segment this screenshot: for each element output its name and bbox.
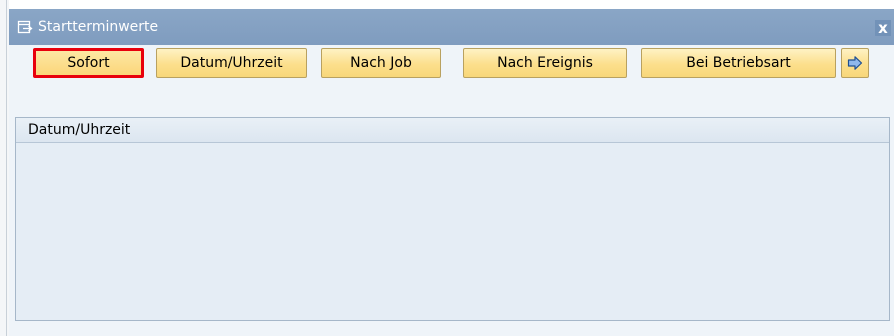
datum-uhrzeit-button[interactable]: Datum/Uhrzeit xyxy=(156,48,307,78)
nach-job-button[interactable]: Nach Job xyxy=(321,48,441,78)
dialog-window: Startterminwerte x Sofort Datum/Uhrzeit … xyxy=(0,0,894,336)
dialog-titlebar[interactable]: Startterminwerte x xyxy=(9,9,894,45)
group-title: Datum/Uhrzeit xyxy=(28,122,131,138)
dialog-title: Startterminwerte xyxy=(38,19,159,35)
bei-betriebsart-button[interactable]: Bei Betriebsart xyxy=(641,48,836,78)
arrow-right-icon xyxy=(847,56,863,70)
dialog-arrow-icon xyxy=(17,19,33,35)
nach-ereignis-button[interactable]: Nach Ereignis xyxy=(463,48,627,78)
frame-divider xyxy=(6,0,7,336)
group-header: Datum/Uhrzeit xyxy=(16,118,889,143)
more-options-button[interactable] xyxy=(841,48,869,78)
close-icon[interactable]: x xyxy=(875,20,891,36)
datum-uhrzeit-group: Datum/Uhrzeit xyxy=(15,117,890,321)
left-frame-edge xyxy=(0,0,9,336)
sofort-button[interactable]: Sofort xyxy=(33,48,144,78)
